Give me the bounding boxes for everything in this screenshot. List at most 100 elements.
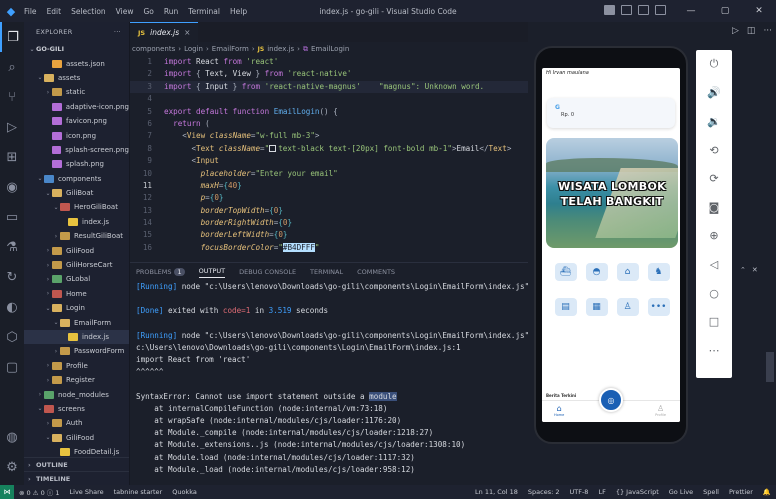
category-item[interactable]: ◓ (581, 263, 612, 284)
run-debug-icon[interactable]: ▷ (0, 112, 24, 142)
live-share-status[interactable]: Live Share (65, 488, 109, 496)
category-item[interactable]: ••• (643, 298, 674, 319)
tree-item[interactable]: ⌄ HeroGiliBoat (24, 200, 129, 214)
timeline-section[interactable]: › TIMELINE (24, 471, 129, 485)
toggle-secondary-sidebar-icon[interactable] (638, 5, 649, 15)
code-line[interactable]: 10 placeholder="Enter your email" (130, 168, 528, 180)
tree-item[interactable]: assets.json (24, 56, 129, 70)
tab-output[interactable]: OUTPUT (198, 267, 226, 278)
balance-card[interactable]: G Rp. 0 (547, 98, 675, 128)
split-editor-icon[interactable]: ◫ (747, 26, 756, 36)
testing-icon[interactable]: ⚗ (0, 232, 24, 262)
home-icon[interactable]: ○ (696, 279, 732, 308)
output-console[interactable]: [Running] node "c:\Users\lenovo\Download… (130, 281, 528, 476)
code-line[interactable]: 3 import { Input } from 'react-native-mag… (130, 80, 528, 94)
edge-icon[interactable]: ◐ (0, 292, 24, 322)
remote-indicator-icon[interactable]: ⋈ (0, 485, 14, 499)
tree-item[interactable]: › Auth (24, 416, 129, 430)
breadcrumb-item[interactable]: components (132, 45, 175, 53)
menu-edit[interactable]: Edit (47, 7, 62, 16)
tree-item[interactable]: ⌄ GiliBoat (24, 186, 129, 200)
code-line[interactable]: 5 export default function EmailLogin() { (130, 106, 528, 118)
menu-file[interactable]: File (24, 7, 37, 16)
tree-item[interactable]: icon.png (24, 128, 129, 142)
tab-debug-console[interactable]: DEBUG CONSOLE (239, 268, 296, 276)
code-line[interactable]: 8 <Text className=" text-black text-[20px… (130, 143, 528, 155)
nav-home[interactable]: ⌂ Home (554, 404, 564, 417)
zoom-icon[interactable]: ⊕ (696, 222, 732, 251)
outline-section[interactable]: › OUTLINE (24, 457, 129, 471)
tree-item[interactable]: ⌄ assets (24, 71, 129, 85)
breadcrumb-item[interactable]: EmailLogin (311, 45, 349, 53)
camera-icon[interactable]: ◙ (696, 193, 732, 222)
tree-item[interactable]: › node_modules (24, 387, 129, 401)
code-line[interactable]: 4 (130, 93, 528, 105)
close-panel-icon[interactable]: ✕ (752, 266, 758, 274)
phone-screen[interactable]: Hi Irvan maulana G Rp. 0 WISATA LOMBOK T… (542, 68, 680, 422)
back-icon[interactable]: ◁ (696, 250, 732, 279)
breadcrumb-item[interactable]: Login (184, 45, 203, 53)
scan-button[interactable]: ◎ (599, 388, 623, 412)
code-line[interactable]: 14 borderRightWidth={0} (130, 217, 528, 229)
prettier-status[interactable]: Prettier (724, 488, 758, 496)
explorer-more-button[interactable]: ··· (114, 28, 121, 36)
breadcrumb-item[interactable]: EmailForm (212, 45, 249, 53)
indentation[interactable]: Spaces: 2 (523, 488, 565, 496)
nav-profile[interactable]: ♙ Profile (655, 404, 666, 417)
code-line[interactable]: 9 <Input (130, 155, 528, 167)
close-window-button[interactable]: ✕ (742, 0, 776, 22)
code-line[interactable]: 12 p={0} (130, 192, 528, 204)
workspace-root[interactable]: ⌄ GO-GILI (24, 42, 129, 56)
rotate-left-icon[interactable]: ⟲ (696, 136, 732, 165)
breadcrumb-item[interactable]: index.js (267, 45, 294, 53)
code-line[interactable]: 6 return ( (130, 118, 528, 130)
code-line[interactable]: 1 import React from 'react' (130, 56, 528, 68)
tree-item[interactable]: splash-screen.png (24, 143, 129, 157)
tree-item[interactable]: › static (24, 85, 129, 99)
promo-banner[interactable]: WISATA LOMBOK TELAH BANGKIT (546, 138, 678, 248)
code-line[interactable]: 16 focusBorderColor="#B4DFFF" (130, 242, 528, 254)
code-line[interactable]: 13 borderTopWidth={0} (130, 205, 528, 217)
menu-go[interactable]: Go (143, 7, 153, 16)
tab-problems[interactable]: PROBLEMS 1 (136, 268, 185, 276)
rotate-right-icon[interactable]: ⟳ (696, 164, 732, 193)
chat-icon[interactable]: ▢ (0, 352, 24, 382)
code-line[interactable]: 2 import { Text, View } from 'react-nativ… (130, 68, 528, 80)
github-icon[interactable]: ◉ (0, 172, 24, 202)
tree-item[interactable]: › Home (24, 287, 129, 301)
tree-item[interactable]: favicon.png (24, 114, 129, 128)
code-editor[interactable]: 1 import React from 'react' 2 import { Text… (130, 56, 528, 254)
search-icon[interactable]: ⌕ (0, 52, 24, 82)
maximize-panel-icon[interactable]: ⌃ (740, 266, 746, 274)
category-item[interactable]: ♞ (643, 263, 674, 284)
minimize-button[interactable]: — (674, 0, 708, 22)
spell-status[interactable]: Spell (698, 488, 724, 496)
volume-up-icon[interactable]: 🔊 (696, 79, 732, 108)
code-line[interactable]: 11 maxH={40} (130, 180, 528, 192)
line-endings[interactable]: LF (593, 488, 610, 496)
settings-icon[interactable]: ⚙ (0, 452, 24, 482)
category-item[interactable]: ▦ (581, 298, 612, 319)
toggle-sidebar-icon[interactable] (604, 5, 615, 15)
tree-item[interactable]: ⌄ EmailForm (24, 315, 129, 329)
tree-item[interactable]: ⌄ Login (24, 301, 129, 315)
go-live-button[interactable]: Go Live (664, 488, 698, 496)
customize-layout-icon[interactable] (655, 5, 666, 15)
category-item[interactable]: ⛴ (550, 263, 581, 284)
problems-status[interactable]: ⊗ 0 ⚠ 0 ⓘ 1 (14, 487, 65, 497)
category-item[interactable]: ♙ (612, 298, 643, 319)
files-icon[interactable]: ❐ (0, 22, 24, 52)
tree-item[interactable]: ⌄ GiliFood (24, 431, 129, 445)
docker-icon[interactable]: ⬡ (0, 322, 24, 352)
menu-terminal[interactable]: Terminal (188, 7, 220, 16)
tree-item[interactable]: › GLobal (24, 272, 129, 286)
tree-item[interactable]: ⌄ screens (24, 402, 129, 416)
more-actions-icon[interactable]: ··· (763, 26, 772, 36)
remote-explorer-icon[interactable]: ▭ (0, 202, 24, 232)
tab-terminal[interactable]: TERMINAL (310, 268, 343, 276)
maximize-button[interactable]: ▢ (708, 0, 742, 22)
tree-item[interactable]: › Profile (24, 359, 129, 373)
run-icon[interactable]: ▷ (732, 26, 739, 36)
close-icon[interactable]: × (184, 28, 190, 37)
category-item[interactable]: ▤ (550, 298, 581, 319)
